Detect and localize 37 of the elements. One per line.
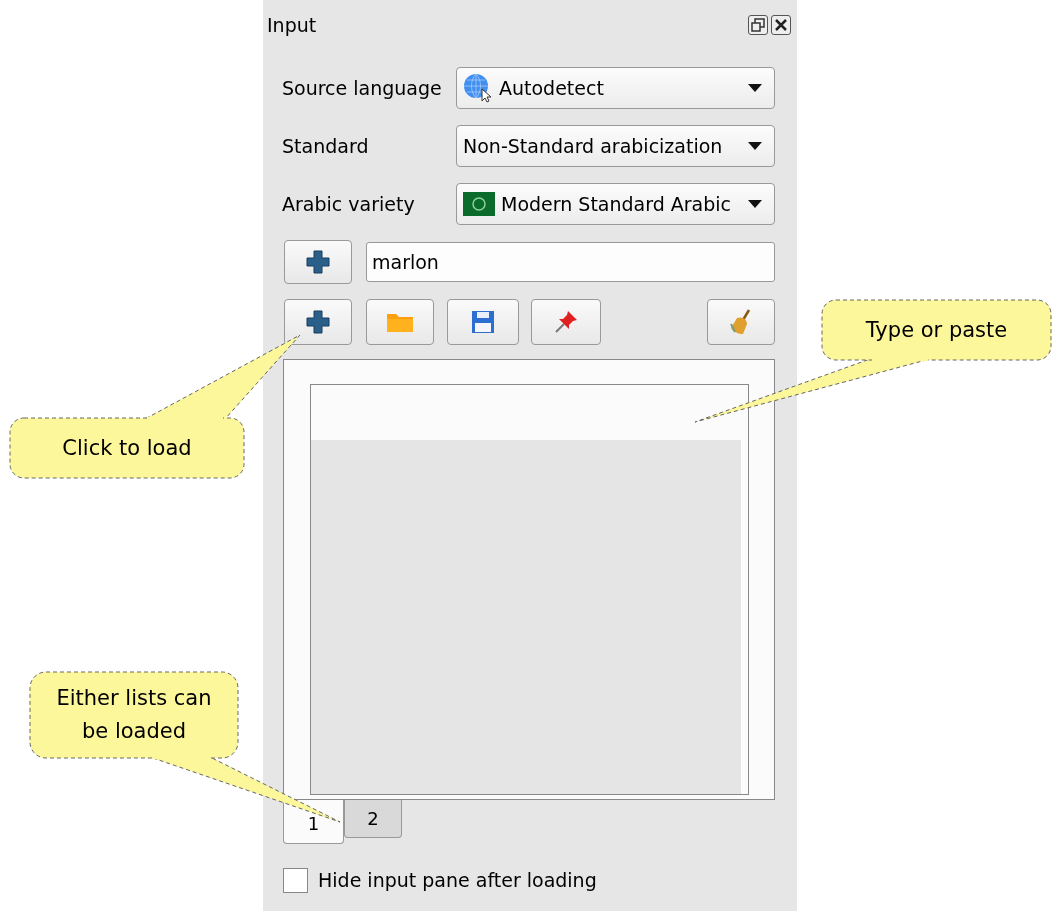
close-icon bbox=[774, 18, 788, 32]
dropdown[interactable]: Autodetect bbox=[456, 67, 775, 109]
close-button[interactable] bbox=[771, 15, 791, 35]
tab[interactable]: 1 bbox=[283, 800, 344, 844]
field-label: Standard bbox=[282, 133, 370, 159]
plus-icon bbox=[305, 309, 331, 335]
field-label: Source language bbox=[282, 75, 443, 101]
add-button[interactable] bbox=[284, 240, 352, 284]
pushpin-icon bbox=[553, 309, 579, 335]
panel-title: Input bbox=[267, 12, 317, 38]
folder-icon bbox=[386, 311, 414, 333]
dropdown[interactable]: Non-Standard arabicization bbox=[456, 125, 775, 167]
callout-text: Click to load bbox=[62, 434, 192, 462]
pin-button[interactable] bbox=[531, 299, 601, 345]
dropdown-value: Autodetect bbox=[499, 75, 605, 101]
plus-icon bbox=[305, 249, 331, 275]
checkbox[interactable] bbox=[283, 867, 308, 893]
word-input-field[interactable]: marlon bbox=[366, 242, 775, 282]
dropdown-arrow-icon bbox=[748, 142, 762, 150]
dropdown[interactable]: Modern Standard Arabic bbox=[456, 183, 775, 225]
tab[interactable]: 2 bbox=[344, 800, 402, 838]
dropdown-value: Non-Standard arabicization bbox=[463, 133, 724, 159]
callout-text: Type or paste bbox=[865, 316, 1008, 344]
restore-icon bbox=[751, 18, 765, 32]
checkbox-label: Hide input pane after loading bbox=[318, 868, 597, 893]
flag-icon bbox=[463, 192, 495, 216]
field-label: Arabic variety bbox=[282, 191, 416, 217]
float-button[interactable] bbox=[748, 15, 768, 35]
globe-icon bbox=[463, 73, 493, 103]
dropdown-arrow-icon bbox=[748, 200, 762, 208]
dropdown-value: Modern Standard Arabic bbox=[501, 191, 733, 217]
callout-text: Either lists can be loaded bbox=[55, 685, 213, 745]
dropdown-arrow-icon bbox=[748, 84, 762, 92]
clear-button[interactable] bbox=[707, 299, 775, 345]
load-button[interactable] bbox=[284, 299, 352, 345]
save-button[interactable] bbox=[447, 299, 519, 345]
open-button[interactable] bbox=[366, 299, 434, 345]
